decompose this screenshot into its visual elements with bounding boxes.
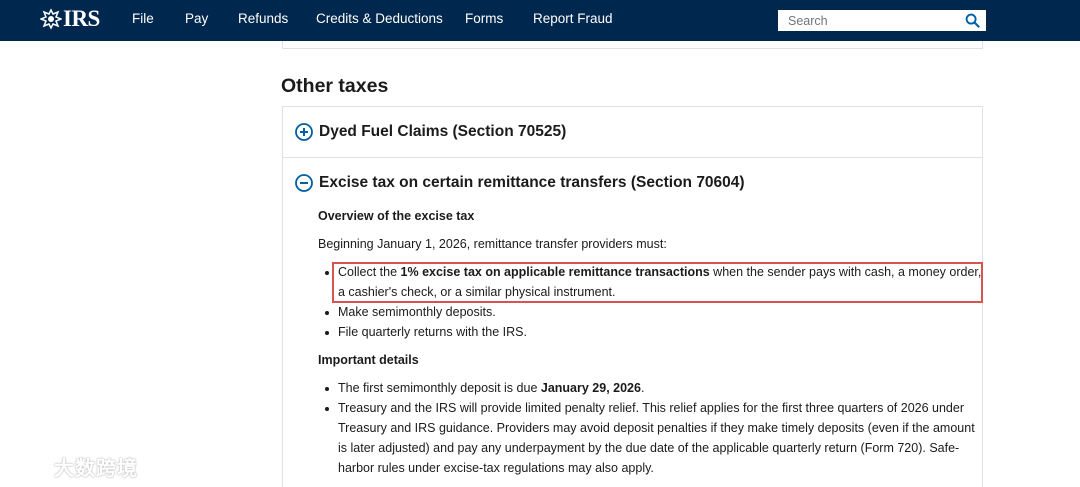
plus-circle-icon bbox=[295, 123, 313, 141]
first-deposit-post: . bbox=[640, 381, 645, 395]
overview-heading: Overview of the excise tax bbox=[318, 209, 475, 223]
section-title: Other taxes bbox=[281, 75, 389, 97]
relief-line-1: Treasury and the IRS will provide limite… bbox=[338, 401, 965, 415]
bullet-dot bbox=[325, 387, 329, 391]
previous-accordion-bottom bbox=[282, 41, 983, 49]
watermark: 大数跨境 bbox=[8, 452, 138, 480]
highlight-box bbox=[332, 262, 983, 303]
irs-logo[interactable]: IRS bbox=[40, 6, 100, 31]
accordion-title-dyed-fuel: Dyed Fuel Claims (Section 70525) bbox=[319, 123, 567, 140]
minus-circle-icon bbox=[295, 174, 313, 192]
bullet-dot bbox=[325, 331, 329, 335]
relief-line-3: is later adjusted) and pay any underpaym… bbox=[338, 441, 960, 455]
returns-item: File quarterly returns with the IRS. bbox=[338, 325, 527, 339]
site-header: IRS File Pay Refunds Credits & Deduction… bbox=[0, 0, 1080, 41]
intro-text: Beginning January 1, 2026, remittance tr… bbox=[318, 237, 667, 251]
relief-line-2: Treasury and IRS guidance. Providers may… bbox=[338, 421, 975, 435]
nav-forms[interactable]: Forms bbox=[465, 11, 503, 26]
details-heading: Important details bbox=[318, 353, 419, 367]
accordion-item-dyed-fuel[interactable]: Dyed Fuel Claims (Section 70525) bbox=[283, 122, 982, 142]
bullet-dot bbox=[325, 407, 329, 411]
search-icon[interactable] bbox=[965, 13, 980, 28]
first-deposit-date: January 29, 2026 bbox=[540, 381, 641, 395]
eagle-icon bbox=[40, 8, 62, 30]
bullet-dot bbox=[325, 271, 329, 275]
accordion-item-remittance-tax[interactable]: Excise tax on certain remittance transfe… bbox=[283, 173, 982, 193]
accordion-divider bbox=[283, 157, 982, 158]
nav-pay[interactable]: Pay bbox=[185, 11, 208, 26]
first-deposit-pre: The first semimonthly deposit is due bbox=[338, 381, 541, 395]
search-input[interactable] bbox=[779, 11, 959, 30]
watermark-text: 大数跨境 bbox=[54, 457, 138, 480]
watermark-logo-icon bbox=[9, 458, 47, 474]
accordion-title-remittance-tax: Excise tax on certain remittance transfe… bbox=[319, 174, 745, 191]
first-deposit-item: The first semimonthly deposit is due Jan… bbox=[338, 381, 644, 395]
relief-line-4: harbor rules under excise-tax regulation… bbox=[338, 461, 654, 475]
nav-refunds[interactable]: Refunds bbox=[238, 11, 288, 26]
bullet-dot bbox=[325, 311, 329, 315]
search-box bbox=[778, 10, 986, 31]
logo-text: IRS bbox=[63, 6, 100, 31]
nav-credits-deductions[interactable]: Credits & Deductions bbox=[316, 11, 443, 26]
deposits-item: Make semimonthly deposits. bbox=[338, 305, 496, 319]
nav-report-fraud[interactable]: Report Fraud bbox=[533, 11, 613, 26]
nav-file[interactable]: File bbox=[132, 11, 154, 26]
